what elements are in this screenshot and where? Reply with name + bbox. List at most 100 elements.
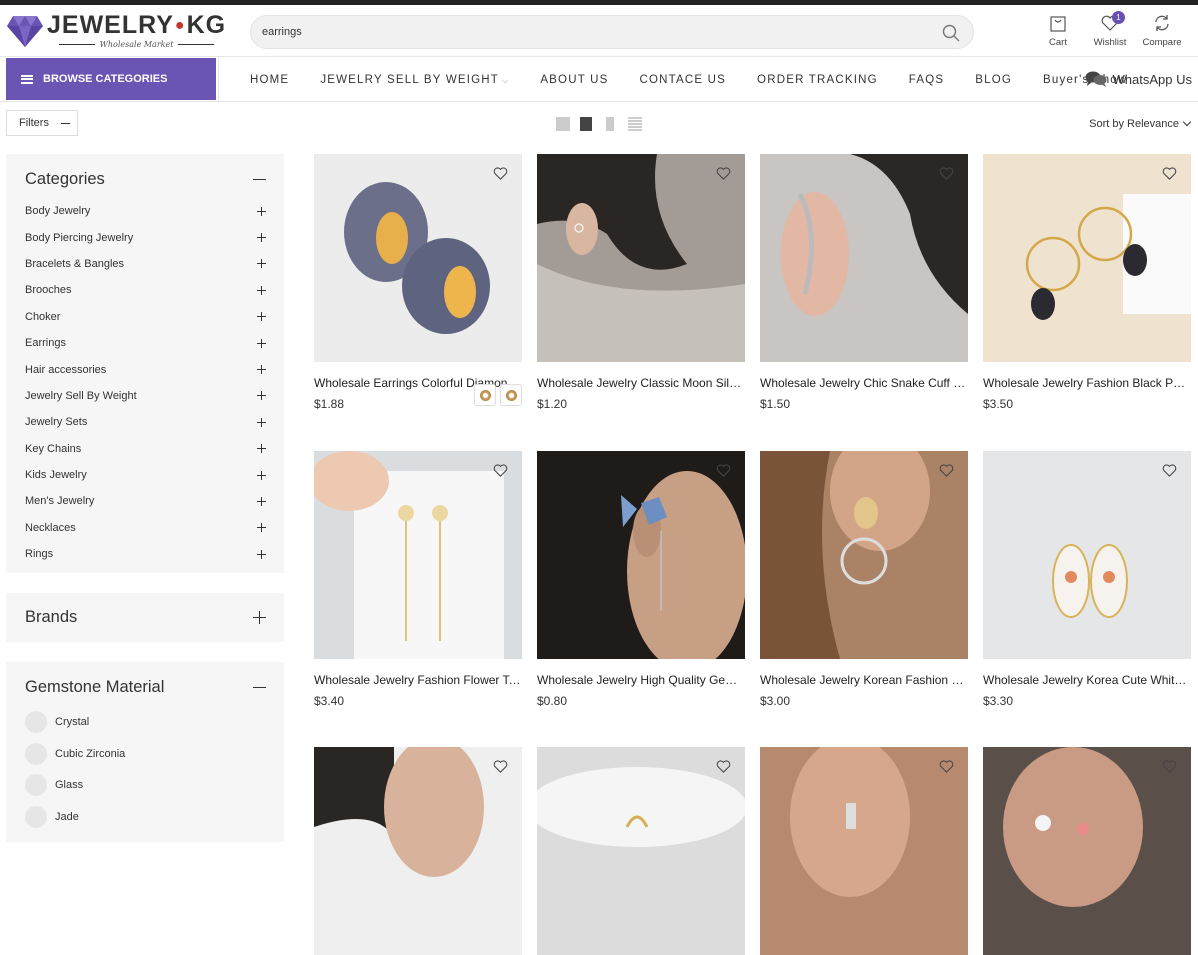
category-item[interactable]: Kids Jewelry (25, 462, 266, 488)
product-title[interactable]: Wholesale Jewelry Korea Cute White Tulip… (983, 673, 1191, 687)
product-title[interactable]: Wholesale Jewelry Chic Snake Cuff Earrin… (760, 376, 968, 390)
category-item[interactable]: Body Jewelry (25, 198, 266, 224)
expand-plus-icon[interactable] (257, 470, 266, 480)
search-icon[interactable] (941, 23, 961, 43)
nav-about[interactable]: ABOUT US (540, 74, 608, 86)
browse-categories-button[interactable]: BROWSE CATEGORIES (6, 58, 216, 100)
expand-plus-icon[interactable] (257, 312, 266, 322)
category-item[interactable]: Key Chains (25, 436, 266, 462)
product-image[interactable] (537, 747, 745, 955)
product-card[interactable] (537, 747, 745, 955)
category-item[interactable]: Bracelets & Bangles (25, 251, 266, 277)
gemstone-header[interactable]: Gemstone Material (25, 676, 266, 698)
search-input[interactable] (251, 16, 921, 48)
expand-plus-icon[interactable] (257, 365, 266, 375)
expand-plus-icon[interactable] (253, 610, 266, 624)
product-image[interactable] (760, 451, 968, 659)
filters-toggle[interactable]: Filters (6, 110, 78, 136)
gemstone-swatch[interactable] (25, 711, 47, 734)
nav-contact[interactable]: CONTACE US (640, 74, 727, 86)
wishlist-button[interactable]: 1 Wishlist (1084, 11, 1136, 48)
nav-faqs[interactable]: FAQS (909, 74, 944, 86)
product-title[interactable]: Wholesale Jewelry Fashion Black Pearl Ea… (983, 376, 1191, 390)
category-item[interactable]: Rings (25, 541, 266, 567)
site-logo[interactable]: JEWELRY●KG Wholesale Market (6, 12, 226, 49)
color-swatch[interactable] (500, 384, 522, 406)
product-title[interactable]: Wholesale Jewelry Classic Moon Silver Ea… (537, 376, 745, 390)
grid-view-4-icon[interactable] (606, 117, 614, 131)
product-card[interactable]: Wholesale Jewelry Korea Cute White Tulip… (983, 451, 1191, 708)
cart-button[interactable]: Cart (1032, 13, 1084, 48)
gemstone-option[interactable]: Crystal (25, 706, 266, 738)
wishlist-heart-icon[interactable] (716, 166, 731, 181)
whatsapp-link[interactable]: WhatsApp Us (1085, 70, 1192, 88)
product-card[interactable]: Wholesale Jewelry Classic Moon Silver Ea… (537, 154, 745, 411)
category-item[interactable]: Earrings (25, 330, 266, 356)
wishlist-heart-icon[interactable] (939, 166, 954, 181)
expand-plus-icon[interactable] (257, 496, 266, 506)
product-title[interactable]: Wholesale Jewelry Korean Fashion Circle … (760, 673, 968, 687)
color-swatch[interactable] (474, 384, 496, 406)
product-image[interactable] (983, 451, 1191, 659)
product-image[interactable] (314, 451, 522, 659)
grid-view-3-icon[interactable] (580, 117, 592, 131)
product-image[interactable] (314, 747, 522, 955)
product-image[interactable] (314, 154, 522, 406)
nav-sell-by-weight[interactable]: JEWELRY SELL BY WEIGHT ⌵ (320, 74, 509, 86)
wishlist-heart-icon[interactable] (716, 463, 731, 478)
expand-plus-icon[interactable] (257, 417, 266, 427)
expand-plus-icon[interactable] (257, 206, 266, 216)
wishlist-heart-icon[interactable] (1162, 166, 1177, 181)
product-card[interactable] (314, 747, 522, 955)
wishlist-heart-icon[interactable] (493, 166, 508, 181)
product-card[interactable]: Wholesale Jewelry Korean Fashion Circle … (760, 451, 968, 708)
gemstone-option[interactable]: Jade (25, 801, 266, 833)
brands-header[interactable]: Brands (25, 606, 266, 628)
product-card[interactable]: Wholesale Jewelry Fashion Flower Tassel … (314, 451, 522, 708)
categories-header[interactable]: Categories (25, 168, 266, 190)
product-card[interactable]: Wholesale Jewelry Fashion Black Pearl Ea… (983, 154, 1191, 411)
category-item[interactable]: Hair accessories (25, 356, 266, 382)
expand-plus-icon[interactable] (257, 285, 266, 295)
gemstone-swatch[interactable] (25, 805, 47, 828)
collapse-minus-icon[interactable] (253, 681, 266, 694)
expand-plus-icon[interactable] (257, 523, 266, 533)
category-item[interactable]: Jewelry Sell By Weight (25, 383, 266, 409)
expand-plus-icon[interactable] (257, 259, 266, 269)
nav-blog[interactable]: BLOG (975, 74, 1012, 86)
wishlist-heart-icon[interactable] (939, 463, 954, 478)
product-image[interactable] (537, 451, 745, 659)
gemstone-option[interactable]: Glass (25, 769, 266, 801)
wishlist-heart-icon[interactable] (1162, 463, 1177, 478)
expand-plus-icon[interactable] (257, 233, 266, 243)
nav-order-tracking[interactable]: ORDER TRACKING (757, 74, 878, 86)
gemstone-option[interactable]: Cubic Zirconia (25, 738, 266, 770)
product-image[interactable] (760, 747, 968, 955)
compare-button[interactable]: Compare (1136, 13, 1188, 48)
category-item[interactable]: Body Piercing Jewelry (25, 224, 266, 250)
collapse-minus-icon[interactable] (253, 173, 266, 186)
category-item[interactable]: Necklaces (25, 515, 266, 541)
nav-home[interactable]: HOME (250, 74, 289, 86)
product-card[interactable]: Wholesale Jewelry High Quality Gem Butte… (537, 451, 745, 708)
wishlist-heart-icon[interactable] (493, 759, 508, 774)
product-image[interactable] (537, 154, 745, 362)
product-title[interactable]: Wholesale Jewelry High Quality Gem Butte… (537, 673, 745, 687)
product-image[interactable] (983, 154, 1191, 362)
category-item[interactable]: Men's Jewelry (25, 488, 266, 514)
category-item[interactable]: Choker (25, 304, 266, 330)
category-item[interactable]: Jewelry Sets (25, 409, 266, 435)
wishlist-heart-icon[interactable] (939, 759, 954, 774)
wishlist-heart-icon[interactable] (493, 463, 508, 478)
product-card[interactable]: Wholesale Jewelry Chic Snake Cuff Earrin… (760, 154, 968, 411)
list-view-icon[interactable] (628, 117, 642, 131)
product-card[interactable] (983, 747, 1191, 955)
expand-plus-icon[interactable] (257, 391, 266, 401)
wishlist-heart-icon[interactable] (716, 759, 731, 774)
wishlist-heart-icon[interactable] (1162, 759, 1177, 774)
product-image[interactable] (760, 154, 968, 362)
gemstone-swatch[interactable] (25, 774, 47, 797)
grid-view-2-icon[interactable] (556, 117, 570, 131)
product-title[interactable]: Wholesale Jewelry Fashion Flower Tassel … (314, 673, 522, 687)
product-card[interactable] (760, 747, 968, 955)
